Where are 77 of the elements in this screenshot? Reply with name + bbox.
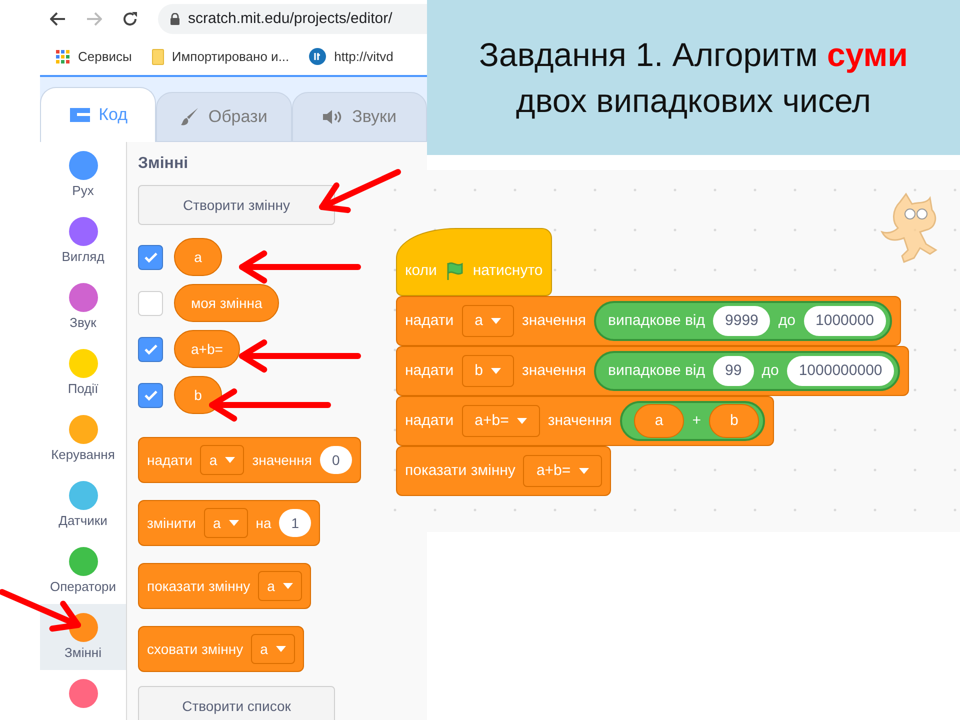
number-input[interactable]: 1000000000 [786,356,894,386]
number-input[interactable]: 1000000 [804,306,886,336]
check-icon [144,344,158,354]
block-label: надати [405,310,454,331]
checkbox[interactable] [138,382,163,408]
site-logo-icon [309,48,326,65]
block-label: надати [147,450,192,470]
code-block[interactable]: надати a значення 0 [138,437,361,483]
check-icon [144,252,158,262]
block-label: сховати змінну [147,640,244,659]
apps-grid-icon [56,50,70,64]
category-label: Рух [72,182,94,200]
block-label: на [256,514,272,532]
editor-tab[interactable]: Звуки [292,92,428,142]
caret-icon [276,646,286,652]
caret-icon [282,583,293,589]
bookmark-page-icon [152,48,164,64]
category-label: Керування [51,446,115,464]
create-variable-button[interactable]: Створити змінну [138,185,335,225]
check-icon [144,390,158,400]
block-label: значення [522,360,586,381]
back-arrow-icon[interactable] [50,12,66,26]
block-label: випадкове від [608,310,706,331]
reload-icon[interactable] [122,11,138,27]
code-block[interactable]: надати b значення випадкове від 99 до 1000000000 [396,346,910,396]
block-label: значення [548,410,612,431]
block-label: + [692,410,701,431]
block-label: до [778,310,796,331]
code-block[interactable]: змінити a на 1 [138,500,320,546]
caret-icon [490,318,501,324]
block-label: коли [405,260,437,281]
operator-reporter[interactable]: випадкове від 99 до 1000000000 [594,351,900,391]
caret-icon [578,468,589,474]
caret-icon [516,418,527,424]
category-label: Вигляд [62,248,104,266]
flag-icon [444,261,465,281]
operator-reporter[interactable]: випадкове від 9999 до 1000000 [594,301,892,341]
category-label: Датчики [58,512,108,530]
block-label: показати змінну [147,576,250,596]
number-input[interactable]: 1 [279,509,312,537]
create-list-button[interactable]: Створити список [138,686,335,720]
bookmark-item[interactable]: Импортировано и... [152,46,298,66]
editor-tab[interactable]: Код [40,87,156,142]
category-label: Оператори [50,578,116,596]
url-text: scratch.mit.edu/projects/editor/ [188,8,392,29]
editor-tab[interactable]: Образи [156,92,292,142]
caret-icon [228,520,239,526]
block-label: до [762,360,779,381]
category-label: Події [68,380,98,398]
category-label: Звук [70,314,96,332]
number-input[interactable]: 99 [713,356,754,386]
slide-title: Завдання 1. Алгоритм суми [479,34,908,75]
block-label: значення [522,310,586,331]
block-label: змінити [147,514,196,532]
block-label: натиснуто [472,260,543,281]
address-bar[interactable]: scratch.mit.edu/projects/editor/ [158,4,427,34]
paintbrush-icon [180,107,200,127]
lock-icon [170,13,180,25]
block-label: показати змінну [405,460,516,481]
palette-heading: Змінні [138,154,190,174]
block-label: надати [405,360,454,381]
checkbox[interactable] [138,244,163,270]
category-item[interactable]: Змінні [40,604,126,670]
caret-icon [490,368,501,374]
category-label: Змінні [64,644,102,662]
block-label: значення [252,450,312,470]
number-input[interactable]: 9999 [713,306,770,336]
checkbox[interactable] [138,336,163,362]
slide-title: двох випадкових чисел [516,80,871,121]
bookmark-item[interactable]: http://vitvd [309,46,402,66]
code-block[interactable]: надати a значення випадкове від 9999 до 1000000 [396,296,901,346]
block-label: випадкове від [608,360,706,381]
bookmark-item[interactable]: Сервисы [56,46,140,66]
caret-icon [225,457,236,463]
block-label: надати [405,410,454,431]
number-input[interactable]: 0 [320,446,352,474]
code-blocks-icon [68,107,91,123]
